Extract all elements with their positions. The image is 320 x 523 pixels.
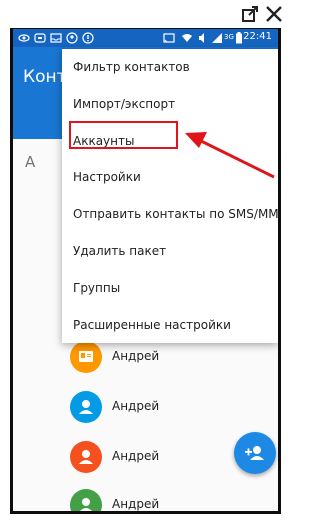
window-frame: 3G 22:41 Конта A Андрей Андрей Андрей Ан… xyxy=(0,0,291,523)
window-controls xyxy=(0,0,291,28)
close-icon[interactable] xyxy=(264,4,284,24)
popout-icon[interactable] xyxy=(240,4,260,24)
phone-screen: 3G 22:41 Конта A Андрей Андрей Андрей Ан… xyxy=(13,29,278,511)
annotation-arrow-icon xyxy=(185,132,275,179)
